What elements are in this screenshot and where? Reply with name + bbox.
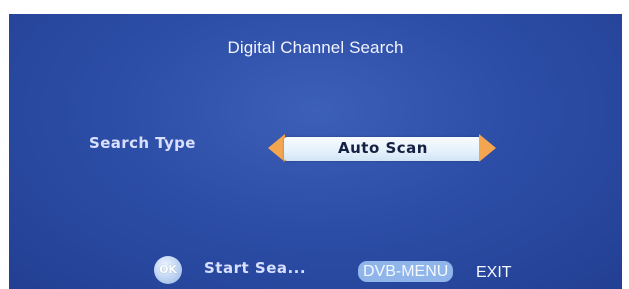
search-type-value-box[interactable]: Auto Scan (284, 137, 482, 161)
ok-button-icon[interactable]: OK (154, 256, 182, 284)
arrow-left-icon[interactable] (268, 134, 285, 162)
page-title: Digital Channel Search (227, 38, 404, 57)
search-type-selector[interactable]: Auto Scan (268, 131, 496, 165)
start-search-label: Start Sea... (204, 259, 307, 277)
dvb-menu-key[interactable]: DVB-MENU (358, 261, 454, 282)
exit-label: EXIT (476, 264, 512, 281)
footer-bar: OK Start Sea... DVB-MENU EXIT (9, 250, 622, 289)
search-type-label: Search Type (89, 134, 196, 152)
search-type-value: Auto Scan (338, 139, 428, 157)
tv-osd-screen: Digital Channel Search Search Type Auto … (9, 14, 622, 289)
arrow-right-icon[interactable] (479, 134, 496, 162)
